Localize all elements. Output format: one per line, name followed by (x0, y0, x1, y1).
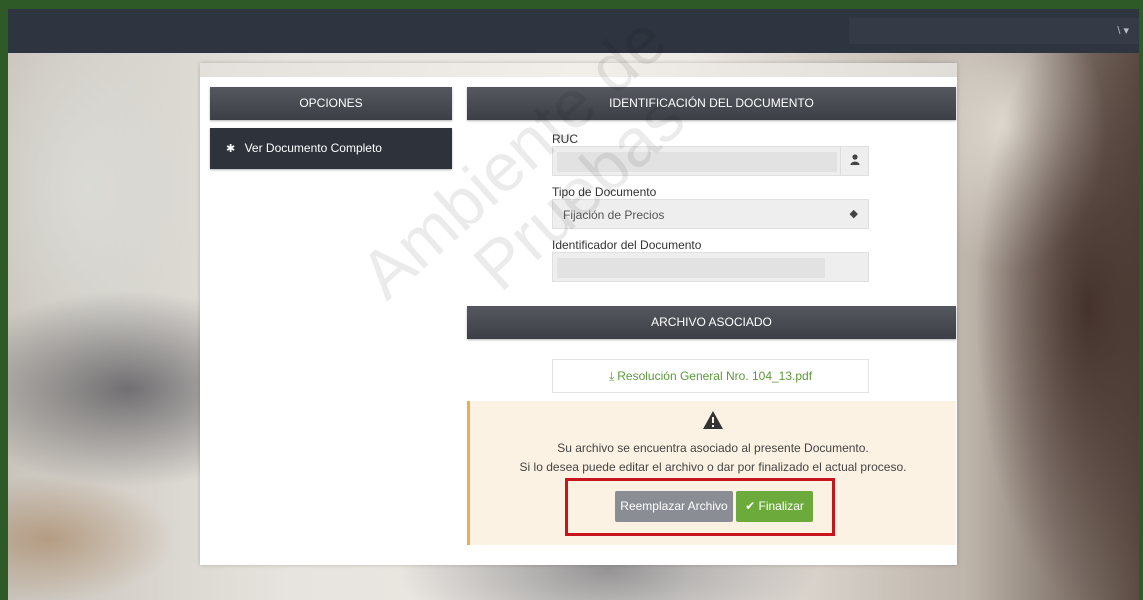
document-type-value: Fijación de Precios (563, 208, 665, 222)
notice-message-1: Su archivo se encuentra asociado al pres… (557, 441, 869, 455)
document-id-header: IDENTIFICACIÓN DEL DOCUMENTO (467, 87, 956, 120)
ruc-label: RUC (552, 132, 578, 146)
gear-icon: ✱ (226, 143, 236, 155)
notice-message-2: Si lo desea puede editar el archivo o da… (519, 460, 907, 474)
ruc-field[interactable] (552, 146, 869, 176)
document-identifier-redacted (557, 258, 825, 278)
panel-top-strip (200, 63, 957, 77)
attached-file-header: ARCHIVO ASOCIADO (467, 306, 956, 339)
options-header-label: OPCIONES (299, 96, 363, 110)
download-icon: ⤓ (608, 369, 615, 383)
file-name[interactable]: Resolución General Nro. 104_13.pdf (617, 369, 812, 383)
document-type-select[interactable]: Fijación de Precios ◆ (552, 199, 869, 229)
user-menu-label[interactable]: \ ▾ (1117, 25, 1129, 37)
user-menu[interactable]: \ ▾ (849, 18, 1139, 44)
sort-caret-icon: ◆ (849, 208, 858, 220)
background: \ ▾ OPCIONES ✱ Ver Documento Completo ID… (8, 9, 1139, 600)
top-navbar: \ ▾ (8, 9, 1139, 53)
document-type-label: Tipo de Documento (552, 185, 657, 199)
attached-file-box: ⤓ Resolución General Nro. 104_13.pdf (552, 359, 869, 393)
red-highlight-box (565, 478, 835, 536)
document-identifier-label: Identificador del Documento (552, 238, 702, 252)
attached-file-header-label: ARCHIVO ASOCIADO (651, 315, 772, 329)
options-header: OPCIONES (210, 87, 452, 120)
ruc-value-redacted (557, 152, 837, 172)
user-icon (840, 147, 868, 175)
document-id-header-label: IDENTIFICACIÓN DEL DOCUMENTO (609, 96, 814, 110)
file-download-link[interactable]: ⤓ Resolución General Nro. 104_13.pdf (609, 369, 812, 383)
view-full-document-label: Ver Documento Completo (244, 141, 382, 155)
warning-icon (470, 409, 956, 437)
view-full-document-button[interactable]: ✱ Ver Documento Completo (210, 128, 452, 169)
document-identifier-field[interactable] (552, 252, 869, 282)
